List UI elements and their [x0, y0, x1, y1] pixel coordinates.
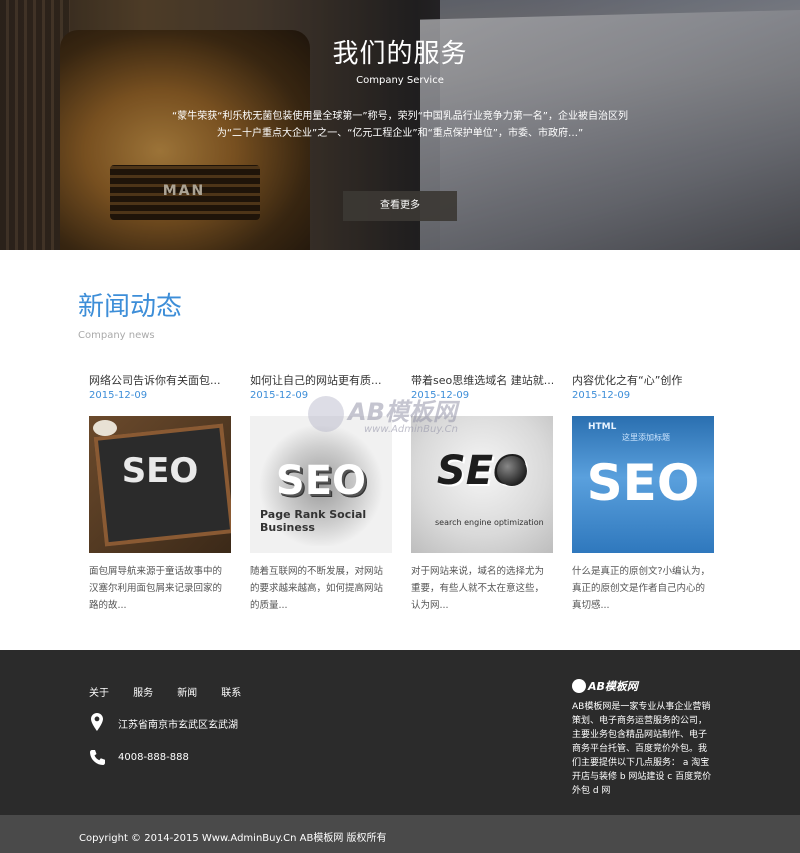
- hero-title: 我们的服务: [332, 39, 468, 69]
- footer: 关于 服务 新闻 联系 江苏省南京市玄武区玄武湖 4008-888-888 AB…: [0, 650, 800, 815]
- watermark-subtext: www.AdminBuy.Cn: [364, 424, 458, 435]
- footer-nav-news[interactable]: 新闻: [177, 684, 197, 699]
- footer-nav-about[interactable]: 关于: [89, 684, 109, 699]
- footer-address-text: 江苏省南京市玄武区玄武湖: [118, 720, 238, 731]
- view-more-button[interactable]: 查看更多: [343, 191, 457, 221]
- hero-subtitle: Company Service: [356, 75, 444, 86]
- footer-logo-text: AB模板网: [588, 680, 638, 693]
- news-section-subtitle: Company news: [78, 330, 155, 341]
- seo-blue-image[interactable]: HTML 这里添加标题 SEO: [572, 416, 714, 553]
- watermark-text: AB模板网: [348, 398, 457, 426]
- footer-nav-contact[interactable]: 联系: [221, 684, 241, 699]
- footer-logo-icon: [572, 679, 586, 693]
- copyright-bar: Copyright © 2014-2015 Www.AdminBuy.Cn AB…: [0, 815, 800, 853]
- image-words: Page Rank Social Business: [260, 508, 367, 534]
- footer-logo[interactable]: AB模板网: [572, 678, 638, 696]
- footer-phone-text: 4008-888-888: [118, 752, 189, 763]
- news-card-date: 2015-12-09: [89, 390, 148, 401]
- coffee-cup-shape: [93, 420, 117, 436]
- news-card[interactable]: 内容优化之有“心”创作 2015-12-09 HTML 这里添加标题 SEO 什…: [572, 372, 714, 615]
- copyright-text: Copyright © 2014-2015 Www.AdminBuy.Cn AB…: [79, 833, 387, 844]
- location-pin-icon: [91, 713, 103, 731]
- watermark-logo-icon: [308, 396, 344, 432]
- image-seo-text: SEO: [436, 448, 528, 494]
- news-card-title[interactable]: 内容优化之有“心”创作: [572, 372, 714, 388]
- news-card-date: 2015-12-09: [572, 390, 631, 401]
- footer-description: AB模板网是一家专业从事企业营销策划、电子商务运营服务的公司，主要业务包含精品网…: [572, 702, 712, 796]
- seo-chalkboard-image[interactable]: SEO: [89, 416, 231, 553]
- news-card-description: 面包屑导航来源于童话故事中的汉塞尔利用面包屑来记录回家的路的故...: [89, 566, 223, 611]
- footer-nav: 关于 服务 新闻 联系: [89, 681, 260, 700]
- news-card-description: 随着互联网的不断发展，对网站的要求越来越高，如何提高网站的质量...: [250, 566, 384, 611]
- news-card-description: 什么是真正的原创文?小编认为，真正的原创文是作者自己内心的真切感...: [572, 566, 711, 611]
- image-seo-text: SEO: [586, 454, 700, 512]
- image-seo-text: SEO: [121, 451, 199, 491]
- news-card-title[interactable]: 如何让自己的网站更有质...: [250, 372, 392, 388]
- footer-nav-services[interactable]: 服务: [133, 684, 153, 699]
- image-words-secondary: 这里添加标题: [622, 433, 670, 442]
- watermark: AB模板网 www.AdminBuy.Cn: [308, 388, 508, 448]
- image-words: search engine optimization: [435, 518, 544, 527]
- news-card-description: 对于网站来说，域名的选择尤为重要，有些人就不太在意这些，认为网...: [411, 566, 545, 611]
- news-card-title[interactable]: 网络公司告诉你有关面包...: [89, 372, 231, 388]
- hero-description: “蒙牛荣获“利乐枕无菌包装使用量全球第一”称号，荣列“中国乳品行业竞争力第一名”…: [172, 111, 628, 139]
- news-section-title: 新闻动态: [78, 292, 183, 322]
- sphere-shape: [497, 456, 527, 486]
- news-card-title[interactable]: 带着seo思维选域名 建站就...: [411, 372, 553, 388]
- phone-icon: [90, 750, 105, 765]
- image-words: HTML: [588, 422, 617, 432]
- news-card[interactable]: 网络公司告诉你有关面包... 2015-12-09 SEO 面包屑导航来源于童话…: [89, 372, 231, 615]
- image-seo-text: SEO: [275, 458, 367, 504]
- hero-banner: MAN 我们的服务 Company Service “蒙牛荣获“利乐枕无菌包装使…: [0, 0, 800, 250]
